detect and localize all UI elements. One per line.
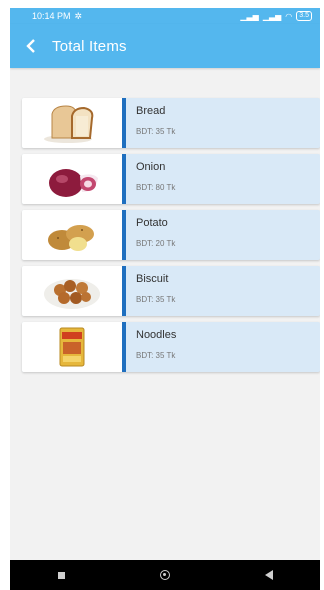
item-info: Potato BDT: 20 Tk: [126, 210, 175, 260]
item-thumbnail: [22, 322, 126, 372]
item-name: Onion: [136, 161, 166, 173]
settings-icon: ✲: [74, 10, 83, 21]
item-price: BDT: 35 Tk: [136, 127, 176, 136]
item-info: Biscuit BDT: 35 Tk: [126, 266, 175, 316]
phone-screen: 10:14 PM ✲ ▁▃▅ ▁▃▅ ◠ 3.5 Total Items Bre…: [10, 8, 320, 590]
list-item[interactable]: Noodles BDT: 35 Tk: [22, 322, 320, 372]
app-bar: Total Items: [10, 24, 320, 68]
list-item[interactable]: Potato BDT: 20 Tk: [22, 210, 320, 260]
item-thumbnail: [22, 266, 126, 316]
list-item[interactable]: Bread BDT: 35 Tk: [22, 98, 320, 148]
noodles-icon: [59, 327, 85, 367]
page-title: Total Items: [52, 37, 127, 55]
status-left: 10:14 PM ✲: [32, 11, 82, 22]
system-back-button[interactable]: [264, 570, 273, 580]
wifi-icon: ◠: [285, 11, 293, 21]
item-thumbnail: [22, 98, 126, 148]
item-price: BDT: 35 Tk: [136, 295, 176, 304]
item-thumbnail: [22, 210, 126, 260]
item-info: Bread BDT: 35 Tk: [126, 98, 175, 148]
status-bar: 10:14 PM ✲ ▁▃▅ ▁▃▅ ◠ 3.5: [10, 8, 320, 24]
home-button[interactable]: [159, 570, 170, 580]
bread-icon: [44, 105, 94, 143]
item-name: Potato: [136, 217, 168, 229]
battery-icon: 3.5: [296, 11, 312, 21]
signal-icon: ▁▃▅: [240, 11, 259, 21]
status-right: ▁▃▅ ▁▃▅ ◠ 3.5: [240, 11, 312, 21]
items-list: Bread BDT: 35 Tk Onion BDT: 80 Tk Potato…: [22, 98, 320, 378]
item-name: Bread: [136, 105, 166, 117]
back-arrow-icon[interactable]: [26, 39, 40, 53]
onion-icon: [49, 169, 98, 197]
item-info: Onion BDT: 80 Tk: [126, 154, 175, 204]
item-price: BDT: 20 Tk: [136, 239, 176, 248]
item-price: BDT: 35 Tk: [136, 351, 176, 360]
item-price: BDT: 80 Tk: [136, 183, 176, 192]
list-item[interactable]: Biscuit BDT: 35 Tk: [22, 266, 320, 316]
item-info: Noodles BDT: 35 Tk: [126, 322, 176, 372]
biscuit-icon: [44, 279, 100, 309]
item-thumbnail: [22, 154, 126, 204]
item-name: Biscuit: [136, 273, 169, 285]
list-item[interactable]: Onion BDT: 80 Tk: [22, 154, 320, 204]
signal-icon-2: ▁▃▅: [262, 11, 282, 21]
status-time: 10:14 PM: [32, 11, 71, 21]
item-name: Noodles: [136, 329, 177, 341]
system-nav-bar: [10, 560, 320, 590]
recent-apps-button[interactable]: [57, 571, 65, 579]
potato-icon: [48, 225, 94, 251]
